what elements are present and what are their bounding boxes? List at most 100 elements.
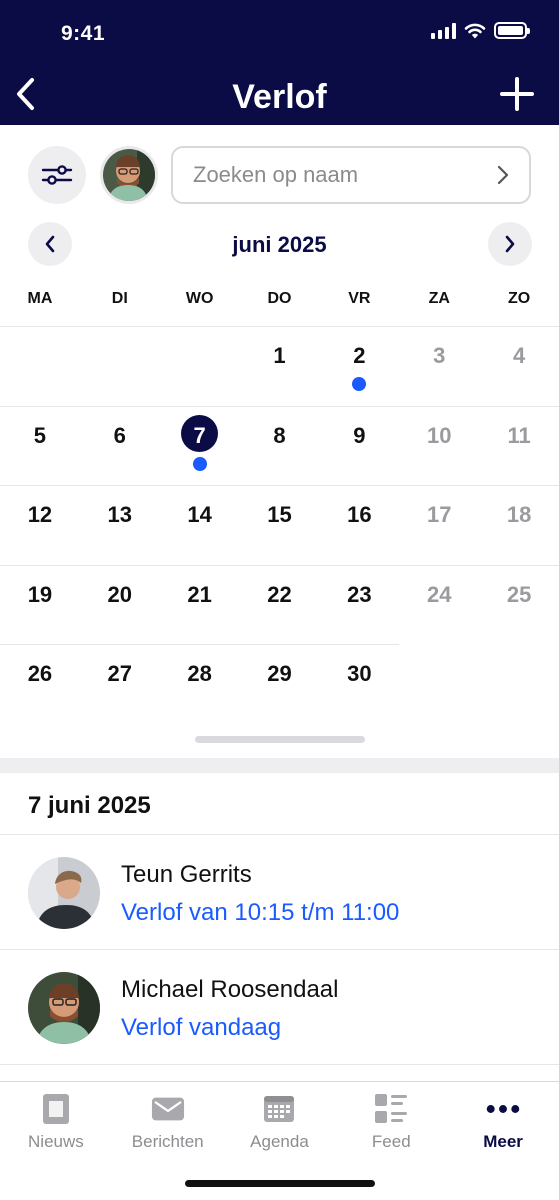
calendar-day[interactable]: 30: [319, 644, 399, 724]
day-number: 25: [506, 581, 532, 607]
calendar-day[interactable]: 1: [240, 326, 320, 406]
tab-label: Berichten: [131, 1132, 204, 1151]
avatar: [28, 857, 100, 929]
day-number: 9: [353, 422, 366, 448]
day-number: 12: [27, 502, 53, 528]
filter-button[interactable]: [28, 146, 86, 204]
envelope-icon: [151, 1092, 185, 1126]
day-number: 30: [347, 661, 372, 687]
leave-detail: Verlof vandaag: [121, 1014, 282, 1041]
weekday-label: MA: [27, 290, 53, 307]
day-number: 5: [33, 422, 47, 448]
calendar-day[interactable]: 25: [479, 565, 559, 645]
page-title: Verlof: [232, 78, 327, 116]
tab-meer[interactable]: Meer: [447, 1082, 559, 1200]
calendar-day[interactable]: 6: [80, 406, 160, 486]
calendar-day[interactable]: 10: [399, 406, 479, 486]
day-number: 24: [426, 581, 452, 607]
cellular-signal-icon: [431, 22, 456, 39]
calendar-day[interactable]: 19: [0, 565, 80, 645]
tab-label: Nieuws: [28, 1132, 84, 1151]
calendar-day[interactable]: 11: [479, 406, 559, 486]
day-number: 7: [193, 422, 206, 448]
day-number: 16: [347, 502, 372, 528]
list-item[interactable]: Michael Roosendaal Verlof vandaag: [0, 949, 559, 1064]
calendar-week-row: 26 27 28 29 30: [0, 644, 559, 724]
divider: [0, 1064, 559, 1065]
calendar-day[interactable]: 13: [80, 485, 160, 565]
weekday-label: ZA: [428, 290, 450, 307]
calendar-day[interactable]: 4: [479, 326, 559, 406]
selected-date-heading: 7 juni 2025: [28, 792, 151, 819]
calendar-empty-cell: [80, 326, 160, 406]
calendar-empty-cell: [399, 644, 479, 724]
chevron-right-icon: [505, 235, 515, 253]
day-number: 10: [426, 422, 452, 448]
calendar-grid: 1 2 3 4 5 6 7 8 9 10 11 12 13 14 15 16 17 18 19 20 21 22 23 24 2…: [0, 326, 559, 724]
day-number: 29: [267, 661, 292, 687]
day-number: 13: [107, 502, 133, 528]
next-month-button[interactable]: [488, 222, 532, 266]
day-number: 2: [353, 343, 366, 368]
search-field[interactable]: Zoeken op naam: [171, 146, 531, 204]
list-item[interactable]: Teun Gerrits Verlof van 10:15 t/m 11:00: [0, 834, 559, 949]
day-number: 6: [113, 422, 126, 448]
calendar-day[interactable]: 14: [160, 485, 240, 565]
weekday-label: WO: [185, 290, 214, 307]
avatar: [28, 972, 100, 1044]
calendar-day[interactable]: 21: [160, 565, 240, 645]
calendar-day[interactable]: 23: [319, 565, 399, 645]
app-header: 9:41 Verlof: [0, 0, 559, 125]
sliders-icon: [41, 165, 73, 185]
calendar-day[interactable]: 26: [0, 644, 80, 724]
day-number: 27: [107, 661, 133, 687]
add-button[interactable]: [499, 76, 535, 112]
calendar-day[interactable]: 9: [319, 406, 399, 486]
calendar-day[interactable]: 12: [0, 485, 80, 565]
my-avatar[interactable]: [100, 146, 158, 204]
calendar-day[interactable]: 16: [319, 485, 399, 565]
day-number: 8: [273, 422, 286, 448]
day-number: 4: [512, 343, 526, 368]
avatar-image: [28, 972, 100, 1044]
home-indicator: [185, 1180, 375, 1187]
calendar-day[interactable]: 7: [160, 406, 240, 486]
day-number: 18: [506, 502, 532, 528]
calendar-day[interactable]: 5: [0, 406, 80, 486]
person-name: Michael Roosendaal: [121, 976, 339, 1003]
leave-list: Teun Gerrits Verlof van 10:15 t/m 11:00 …: [0, 834, 559, 1064]
calendar-empty-cell: [160, 326, 240, 406]
battery-icon: [494, 22, 530, 39]
wifi-icon: [464, 23, 486, 38]
calendar-day[interactable]: 8: [240, 406, 320, 486]
day-number: 1: [273, 343, 286, 368]
feed-icon: [374, 1092, 408, 1126]
day-number: 26: [27, 661, 53, 687]
tab-nieuws[interactable]: Nieuws: [0, 1082, 112, 1200]
plus-icon: [500, 77, 534, 111]
calendar-empty-cell: [0, 326, 80, 406]
calendar-week-row: 1 2 3 4: [0, 326, 559, 406]
calendar-day[interactable]: 15: [240, 485, 320, 565]
day-number: 14: [187, 502, 212, 528]
tab-label: Feed: [371, 1132, 411, 1151]
drag-handle[interactable]: [195, 736, 365, 743]
section-divider: [0, 758, 559, 773]
more-dots-icon: [486, 1092, 520, 1126]
day-number: 11: [507, 422, 531, 448]
calendar-day[interactable]: 20: [80, 565, 160, 645]
calendar-day[interactable]: 28: [160, 644, 240, 724]
calendar-day[interactable]: 24: [399, 565, 479, 645]
calendar-day[interactable]: 29: [240, 644, 320, 724]
day-number: 28: [187, 661, 212, 687]
chevron-right-icon: [497, 165, 509, 185]
calendar-day[interactable]: 22: [240, 565, 320, 645]
weekday-label: DO: [267, 290, 292, 307]
calendar-day[interactable]: 18: [479, 485, 559, 565]
weekday-label: VR: [348, 290, 371, 307]
calendar-day[interactable]: 3: [399, 326, 479, 406]
calendar-day[interactable]: 17: [399, 485, 479, 565]
calendar-day[interactable]: 27: [80, 644, 160, 724]
calendar-day[interactable]: 2: [319, 326, 399, 406]
newspaper-icon: [39, 1092, 73, 1126]
